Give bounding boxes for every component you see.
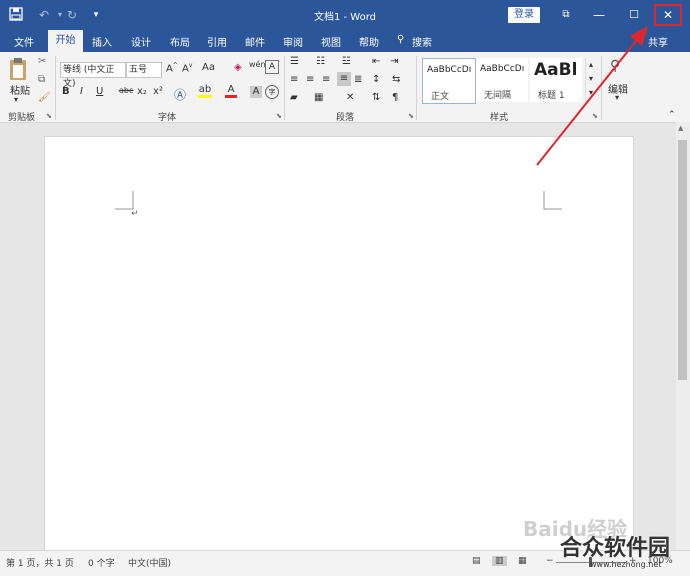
tell-me-search[interactable]: 搜索 xyxy=(412,34,432,49)
style-heading1[interactable]: AaBl 标题 1 xyxy=(530,58,582,102)
increase-indent-icon[interactable]: ⇥ xyxy=(390,56,398,67)
format-painter-icon[interactable]: 🖌 xyxy=(38,92,51,103)
highlight-color-icon[interactable]: ab xyxy=(198,84,212,98)
tab-insert[interactable]: 插入 xyxy=(92,34,112,49)
borders-icon[interactable]: ▦ xyxy=(314,92,323,103)
group-divider xyxy=(416,56,417,120)
share-button[interactable]: 共享 xyxy=(648,34,668,49)
document-page[interactable]: ↵ Baidu经验 xyxy=(44,136,634,558)
paragraph-group-label: 段落 xyxy=(336,113,355,123)
line-spacing-icon[interactable]: ↕ xyxy=(372,74,380,85)
margin-corner-top-left xyxy=(115,191,134,210)
clipboard-group-label: 剪贴板 xyxy=(8,113,36,123)
font-color-icon[interactable]: A xyxy=(225,84,237,98)
group-divider xyxy=(601,56,602,120)
margin-corner-top-right xyxy=(543,191,562,210)
tab-help[interactable]: 帮助 xyxy=(359,34,379,49)
grow-font-icon[interactable]: A^ xyxy=(166,62,178,74)
superscript-button[interactable]: x² xyxy=(153,86,163,97)
styles-group-label: 样式 xyxy=(490,113,509,123)
multilevel-list-icon[interactable]: ☳ xyxy=(342,56,351,67)
maximize-button[interactable]: ☐ xyxy=(621,4,647,26)
font-name-select[interactable]: 等线 (中文正文) xyxy=(60,62,126,89)
show-marks-icon[interactable]: ¶ xyxy=(392,92,398,103)
enclose-characters-icon[interactable]: 字 xyxy=(265,85,279,99)
font-launcher-icon[interactable]: ⬊ xyxy=(276,112,282,120)
strikethrough-button[interactable]: abc xyxy=(119,86,133,95)
paragraph-launcher-icon[interactable]: ⬊ xyxy=(408,112,414,120)
distributed-icon[interactable]: ≣ xyxy=(354,74,362,85)
sort-icon[interactable]: ⇅ xyxy=(372,92,380,103)
page-count[interactable]: 第 1 页，共 1 页 xyxy=(6,556,74,569)
site-watermark: 合众软件园 xyxy=(560,536,671,561)
clipboard-launcher-icon[interactable]: ⬊ xyxy=(46,112,52,120)
italic-button[interactable]: I xyxy=(80,86,83,97)
scroll-thumb[interactable] xyxy=(678,140,687,380)
group-divider xyxy=(55,56,56,120)
print-layout-icon[interactable]: ▥ xyxy=(492,556,507,566)
site-url-watermark: www.hezhong.net xyxy=(590,560,662,569)
login-button[interactable]: 登录 xyxy=(508,7,540,23)
bold-button[interactable]: B xyxy=(62,86,70,97)
editing-dropdown-icon[interactable]: ▾ xyxy=(615,93,619,102)
close-button[interactable]: ✕ xyxy=(654,4,682,26)
paste-dropdown-icon[interactable]: ▾ xyxy=(14,95,18,104)
numbering-icon[interactable]: ☷ xyxy=(316,56,325,67)
paste-label[interactable]: 粘贴 xyxy=(10,82,30,97)
tab-review[interactable]: 审阅 xyxy=(283,34,303,49)
cut-icon[interactable]: ✂ xyxy=(38,56,46,67)
tab-home[interactable]: 开始 xyxy=(48,30,83,52)
shading-icon[interactable]: ▰ xyxy=(290,92,298,103)
bullets-icon[interactable]: ☰ xyxy=(290,56,299,67)
zoom-out-icon[interactable]: − xyxy=(546,556,554,566)
title-bar: ↶ ▾ ↻ ▾ 文档1 - Word 登录 ⧉ — ☐ ✕ xyxy=(0,0,690,30)
paragraph-mark: ↵ xyxy=(131,209,139,219)
tab-design[interactable]: 设计 xyxy=(131,34,151,49)
font-size-select[interactable]: 五号 xyxy=(126,62,162,78)
minimize-button[interactable]: — xyxy=(586,4,612,26)
tab-file[interactable]: 文件 xyxy=(14,34,34,49)
language-indicator[interactable]: 中文(中国) xyxy=(128,556,171,569)
styles-launcher-icon[interactable]: ⬊ xyxy=(592,112,598,120)
tab-references[interactable]: 引用 xyxy=(207,34,227,49)
clear-formatting-icon[interactable]: ◈ xyxy=(234,62,242,73)
paste-icon[interactable] xyxy=(8,56,28,84)
ribbon-tab-bar: 文件 插入 设计 布局 引用 邮件 审阅 视图 帮助 ⚲ 搜索 ⛉ 共享 xyxy=(0,30,690,52)
ribbon: 粘贴 ▾ ✂ ⧉ 🖌 剪贴板 ⬊ 等线 (中文正文) 五号 A^ Av Aa ◈… xyxy=(0,52,690,123)
font-group-label: 字体 xyxy=(158,113,177,123)
change-case-icon[interactable]: Aa xyxy=(202,62,215,73)
copy-icon[interactable]: ⧉ xyxy=(38,74,45,85)
align-right-icon[interactable]: ≡ xyxy=(322,74,330,85)
ribbon-display-options-icon[interactable]: ⧉ xyxy=(553,4,579,26)
align-left-icon[interactable]: ≡ xyxy=(290,74,298,85)
word-count[interactable]: 0 个字 xyxy=(88,556,115,569)
styles-scroll-icon[interactable]: ▴ ▾ ▾ xyxy=(585,58,596,102)
align-center-icon[interactable]: ≡ xyxy=(306,74,314,85)
scroll-up-icon[interactable]: ▲ xyxy=(678,124,683,132)
character-shading-icon[interactable]: A xyxy=(250,86,262,98)
style-no-spacing[interactable]: AaBbCcDı 无间隔 xyxy=(476,58,528,102)
asian-typography-icon[interactable]: ✕ xyxy=(346,92,354,103)
justify-icon[interactable]: ≡ xyxy=(337,72,351,86)
underline-button[interactable]: U xyxy=(96,86,103,97)
search-icon[interactable]: ⚲ xyxy=(397,34,404,45)
collapse-ribbon-icon[interactable]: ⌃ xyxy=(668,110,676,120)
decrease-indent-icon[interactable]: ⇤ xyxy=(372,56,380,67)
web-layout-icon[interactable]: ▦ xyxy=(518,556,527,566)
share-icon[interactable]: ⛉ xyxy=(634,34,642,45)
subscript-button[interactable]: x₂ xyxy=(137,86,147,97)
find-icon[interactable]: ⚲ xyxy=(610,58,620,74)
group-divider xyxy=(284,56,285,120)
text-effects-icon[interactable]: Ⓐ xyxy=(174,86,186,103)
chinese-layout-icon[interactable]: ⇆ xyxy=(392,74,400,85)
character-border-icon[interactable]: A xyxy=(265,60,279,74)
tab-layout[interactable]: 布局 xyxy=(170,34,190,49)
tab-mailings[interactable]: 邮件 xyxy=(245,34,265,49)
tab-view[interactable]: 视图 xyxy=(321,34,341,49)
style-normal[interactable]: AaBbCcDı 正文 xyxy=(422,58,476,104)
read-mode-icon[interactable]: ▤ xyxy=(472,556,481,566)
phonetic-guide-icon[interactable]: wén xyxy=(249,60,266,69)
shrink-font-icon[interactable]: Av xyxy=(182,62,192,74)
